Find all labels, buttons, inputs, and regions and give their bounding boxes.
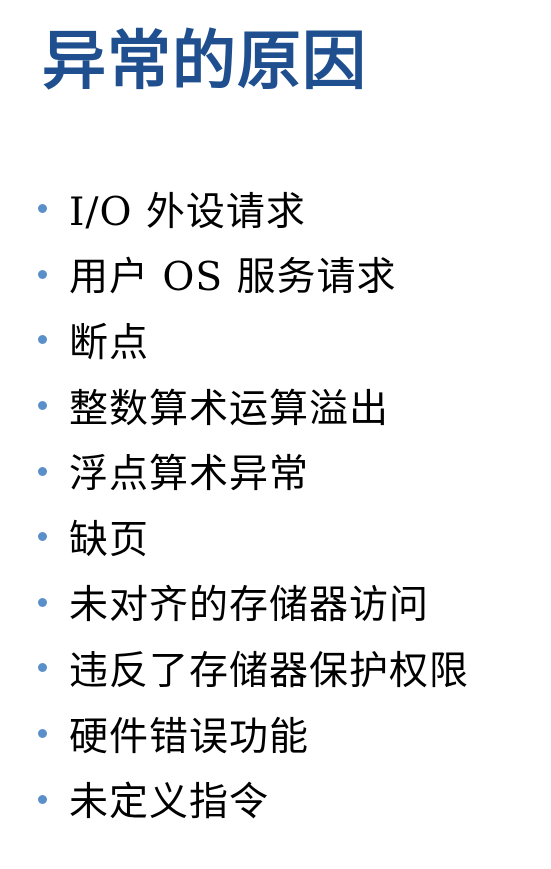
- item-label: 整数算术运算溢出: [69, 386, 390, 432]
- item-label: I/O 外设请求: [69, 189, 306, 235]
- item-label: 未对齐的存储器访问: [69, 583, 430, 629]
- list-item: 缺页: [38, 504, 469, 570]
- item-label: 未定义指令: [69, 780, 270, 826]
- list-item: I/O 外设请求: [38, 176, 469, 242]
- item-label: 硬件错误功能: [69, 714, 310, 760]
- list-item: 用户 OS 服务请求: [38, 242, 469, 308]
- item-label: 缺页: [69, 517, 150, 563]
- item-label: 断点: [69, 320, 150, 366]
- list-item: 浮点算术异常: [38, 438, 469, 504]
- bullet-icon: [38, 532, 47, 542]
- bullet-icon: [38, 729, 47, 739]
- item-label: 浮点算术异常: [69, 452, 310, 498]
- list-item: 整数算术运算溢出: [38, 373, 469, 439]
- list-item: 未定义指令: [38, 766, 469, 832]
- bullet-icon: [38, 597, 47, 607]
- bullet-icon: [38, 466, 47, 476]
- list-item: 断点: [38, 307, 469, 373]
- item-label: 用户 OS 服务请求: [69, 255, 397, 301]
- bullet-icon: [38, 663, 47, 673]
- item-label: 违反了存储器保护权限: [69, 648, 470, 694]
- list-item: 未对齐的存储器访问: [38, 570, 469, 636]
- bullet-icon: [38, 269, 47, 279]
- list-item: 违反了存储器保护权限: [38, 635, 469, 701]
- bullet-icon: [38, 794, 47, 804]
- bullet-icon: [38, 335, 47, 345]
- slide-title: 异常的原因: [42, 24, 367, 99]
- bullet-icon: [38, 204, 47, 214]
- cause-list: I/O 外设请求 用户 OS 服务请求 断点 整数算术运算溢出 浮点算术异常 缺…: [38, 176, 469, 832]
- bullet-icon: [38, 401, 47, 411]
- list-item: 硬件错误功能: [38, 701, 469, 767]
